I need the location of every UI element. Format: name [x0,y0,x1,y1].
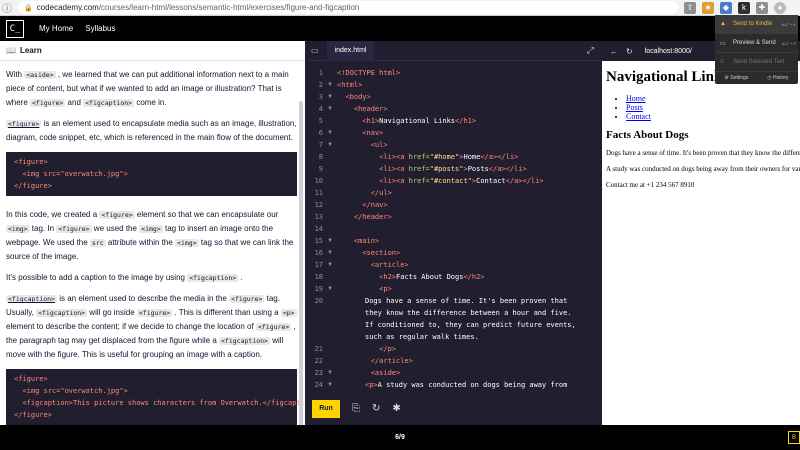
info-icon[interactable]: ⓘ [0,1,14,15]
nav-my-home[interactable]: My Home [39,24,73,33]
learn-scrollbar[interactable] [299,101,303,425]
send-to-kindle-item[interactable]: ▲ Send to Kindle ALT + K [715,15,798,34]
kindle-popup: ▲ Send to Kindle ALT + K ▭ Preview & Sen… [715,15,798,84]
preview-url: localhost:8000/ [644,47,692,55]
back-arrow-icon[interactable]: ← [610,47,618,56]
lesson-paragraph: <figcaption> is an element used to descr… [6,294,297,359]
link-contact[interactable]: Contact [626,112,651,121]
history-button[interactable]: ◷ History [767,75,788,81]
bug-icon[interactable]: ✱ [392,403,400,414]
code-editor: ▭ index.html ⤢ 1 <!DOCTYPE html> 2 ▼ <html>… [305,40,602,425]
learn-header: 📖 Learn [0,41,305,61]
browser-toolbar: ⓘ 🔒 codecademy.com/courses/learn-html/le… [0,0,800,16]
address-bar[interactable]: 🔒 codecademy.com/courses/learn-html/less… [18,1,678,14]
nav-syllabus[interactable]: Syllabus [85,24,115,33]
preview-icon: ▭ [720,40,726,47]
share-icon[interactable]: ⇪ [684,1,696,14]
lesson-paragraph: With <aside> , we learned that we can pu… [6,70,289,107]
code-lines[interactable]: 1 <!DOCTYPE html> 2 ▼ <html> 3 ▼ <body> 4 ▼ <… [305,67,602,392]
settings-button[interactable]: ⚙ Settings [724,75,748,81]
copy-icon[interactable]: ⎘ [352,403,360,414]
preview-subheading: Facts About Dogs [606,129,689,141]
preview-paragraph: A study was conducted on dogs being away… [606,165,800,173]
kindle-icon: ▲ [720,21,726,27]
url-path: /courses/learn-html/lessons/semantic-htm… [98,3,360,12]
lock-icon: 🔒 [24,4,33,12]
code-example: <figure> <img src="overwatch.jpg"> </fig… [6,152,297,196]
link-home[interactable]: Home [626,94,646,103]
lesson-footer: 6/9 B [0,425,800,450]
book-icon: 📖 [6,46,16,55]
lesson-paragraph: <figure> is an element used to encapsula… [6,119,297,142]
expand-icon[interactable]: ⤢ [587,45,594,56]
next-button[interactable]: B [788,431,800,444]
extension-icon[interactable]: ◆ [720,1,732,14]
folder-icon[interactable]: ▭ [311,46,319,55]
lesson-content: With <aside> , we learned that we can pu… [0,61,305,425]
url-host: codecademy.com [36,3,99,12]
extension-icon[interactable]: ★ [702,1,714,14]
profile-avatar[interactable]: ● [774,1,786,14]
text-icon: ≡ [720,59,724,65]
codecademy-logo[interactable]: C_ [6,19,24,38]
send-selected-item[interactable]: ≡ Send Selected Text [715,53,798,72]
preview-paragraph: Dogs have a sense of time. It's been pro… [606,149,800,157]
file-tab-index[interactable]: index.html [326,40,375,61]
lesson-paragraph: In this code, we created a <figure> elem… [6,210,294,261]
kindle-extension-icon[interactable]: k [738,1,750,14]
site-header: C_ My Home Syllabus [0,16,800,41]
run-button[interactable]: Run [312,399,340,418]
learn-panel: 📖 Learn With <aside> , we learned that w… [0,41,305,425]
exercise-pager[interactable]: 6/9 [395,434,405,441]
lesson-paragraph: It's possible to add a caption to the im… [6,273,243,282]
preview-send-item[interactable]: ▭ Preview & Send ALT + P [715,34,798,53]
link-posts[interactable]: Posts [626,103,643,112]
browser-preview: ← ↻ localhost:8000/ Navigational Links H… [602,41,800,425]
puzzle-icon[interactable]: ✚ [756,1,768,14]
reset-icon[interactable]: ↻ [372,403,380,414]
preview-contact: Contact me at +1 234 567 8910 [606,181,695,189]
code-example: <figure> <img src="overwatch.jpg"> <figc… [6,369,305,425]
refresh-icon[interactable]: ↻ [626,47,633,56]
